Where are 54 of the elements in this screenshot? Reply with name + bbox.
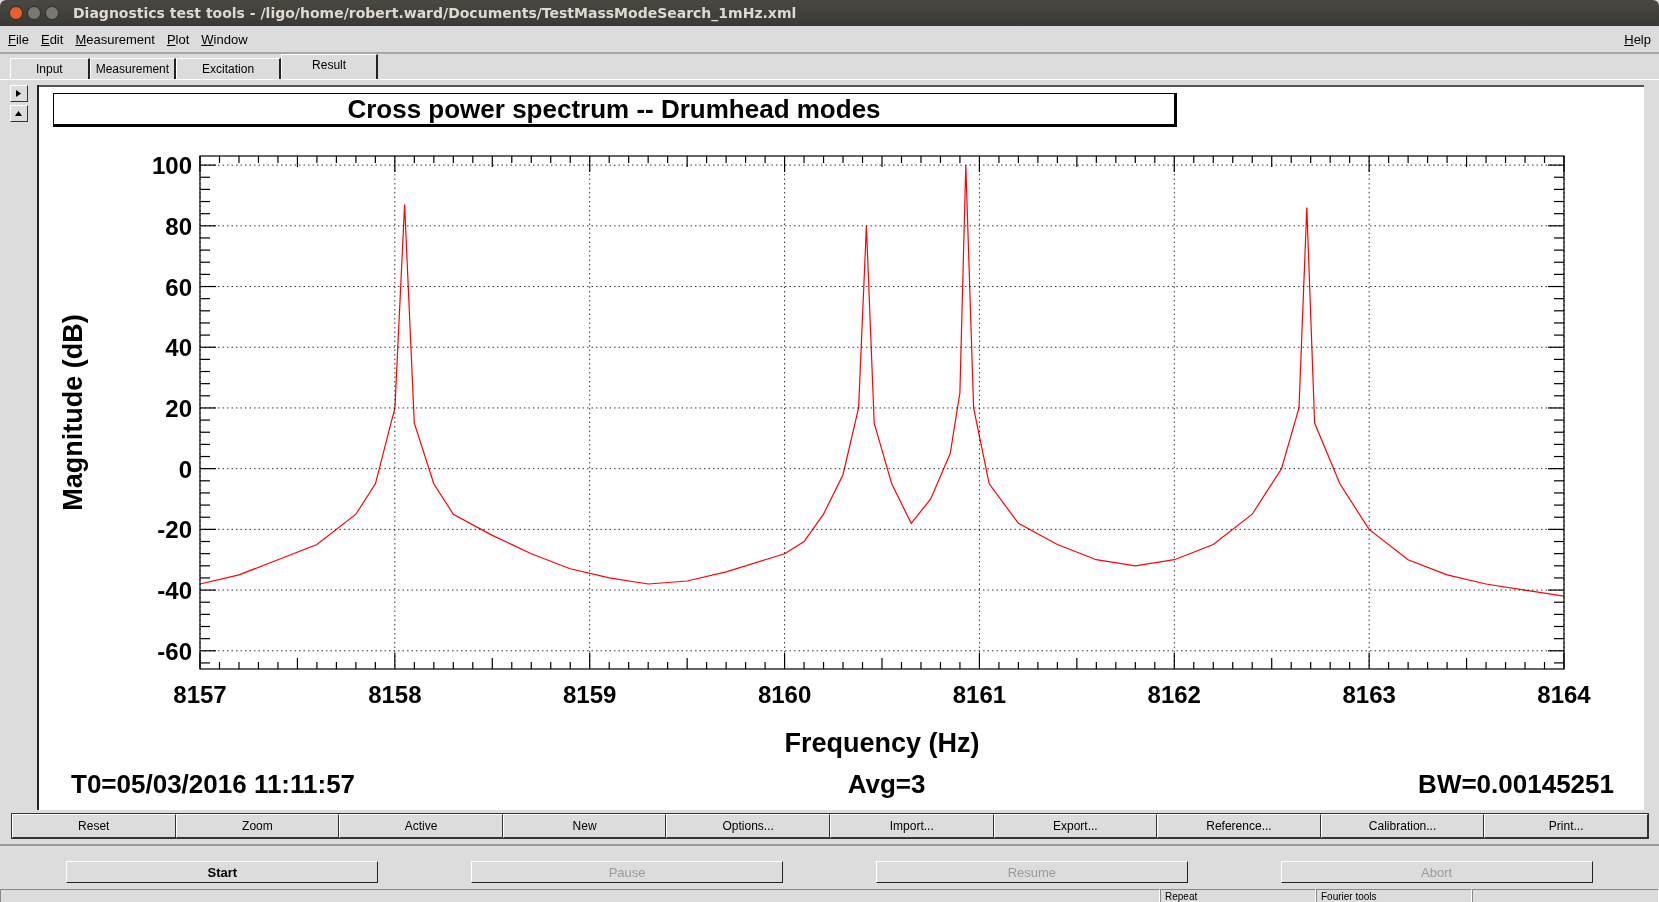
right-triangle-icon (15, 90, 22, 97)
y-tick-label: -40 (157, 577, 192, 605)
plot-button[interactable]: New (502, 814, 667, 838)
plot-button[interactable]: Active (339, 814, 503, 838)
x-tick-label: 8158 (368, 681, 422, 708)
status-field: Fourier tools (1316, 889, 1472, 902)
bandwidth: BW=0.00145251 (1418, 769, 1614, 800)
average-count: Avg=3 (847, 769, 926, 800)
y-tick-label: 80 (165, 212, 192, 240)
collapse-button[interactable] (9, 105, 28, 122)
expand-button[interactable] (9, 85, 28, 102)
start-time: T0=05/03/2016 11:11:57 (71, 769, 356, 800)
status-field: Repeat (1160, 889, 1316, 902)
tab[interactable]: Result (281, 54, 379, 79)
x-tick-label: 8159 (563, 681, 617, 708)
plot-button[interactable]: Zoom (175, 814, 340, 838)
menu-item[interactable]: Edit (40, 31, 64, 47)
plot-button[interactable]: Reference... (1157, 814, 1321, 838)
y-tick-label: 40 (165, 334, 192, 362)
tab[interactable]: Excitation (176, 58, 282, 79)
y-tick-label: 0 (178, 455, 192, 483)
x-tick-label: 8160 (757, 681, 812, 708)
y-tick-label: 60 (165, 273, 192, 301)
plot-button[interactable]: Reset (12, 814, 176, 838)
menu-item[interactable]: File (8, 31, 29, 47)
maximize-icon[interactable] (45, 6, 59, 20)
plot-button[interactable]: Print... (1484, 814, 1648, 838)
x-tick-label: 8164 (1537, 681, 1591, 708)
run-button[interactable]: Start (66, 861, 379, 883)
menu-item[interactable]: Window (201, 31, 248, 47)
help-menu[interactable]: Help (1624, 31, 1651, 47)
plot-button[interactable]: Options... (666, 814, 830, 838)
menu-item[interactable]: Plot (166, 31, 190, 47)
minimize-icon[interactable] (27, 6, 41, 20)
plot-button[interactable]: Import... (829, 814, 994, 838)
up-triangle-icon (15, 111, 22, 116)
menu-item[interactable]: Measurement (75, 31, 155, 47)
x-axis-label: Frequency (Hz) (784, 728, 980, 758)
y-tick-label: -60 (157, 637, 192, 665)
plot-button[interactable]: Calibration... (1320, 814, 1485, 838)
y-tick-label: -20 (157, 516, 192, 544)
tab[interactable]: Input (10, 58, 90, 79)
plot-title: Cross power spectrum -- Drumhead modes (53, 93, 1177, 127)
x-tick-label: 8157 (173, 681, 227, 708)
y-tick-label: 20 (165, 394, 192, 422)
plot-button[interactable]: Export... (993, 814, 1158, 838)
y-tick-label: 100 (151, 152, 192, 180)
x-tick-label: 8161 (952, 681, 1007, 708)
y-axis-label: Magnitude (dB) (58, 314, 88, 511)
window-title: Diagnostics test tools - /ligo/home/robert.ward/Documents/TestMassModeSearch_1mHz.xml (73, 5, 797, 21)
x-tick-label: 8163 (1342, 681, 1396, 708)
x-tick-label: 8162 (1147, 681, 1201, 708)
tab[interactable]: Measurement (89, 58, 177, 79)
close-icon[interactable] (9, 6, 23, 20)
